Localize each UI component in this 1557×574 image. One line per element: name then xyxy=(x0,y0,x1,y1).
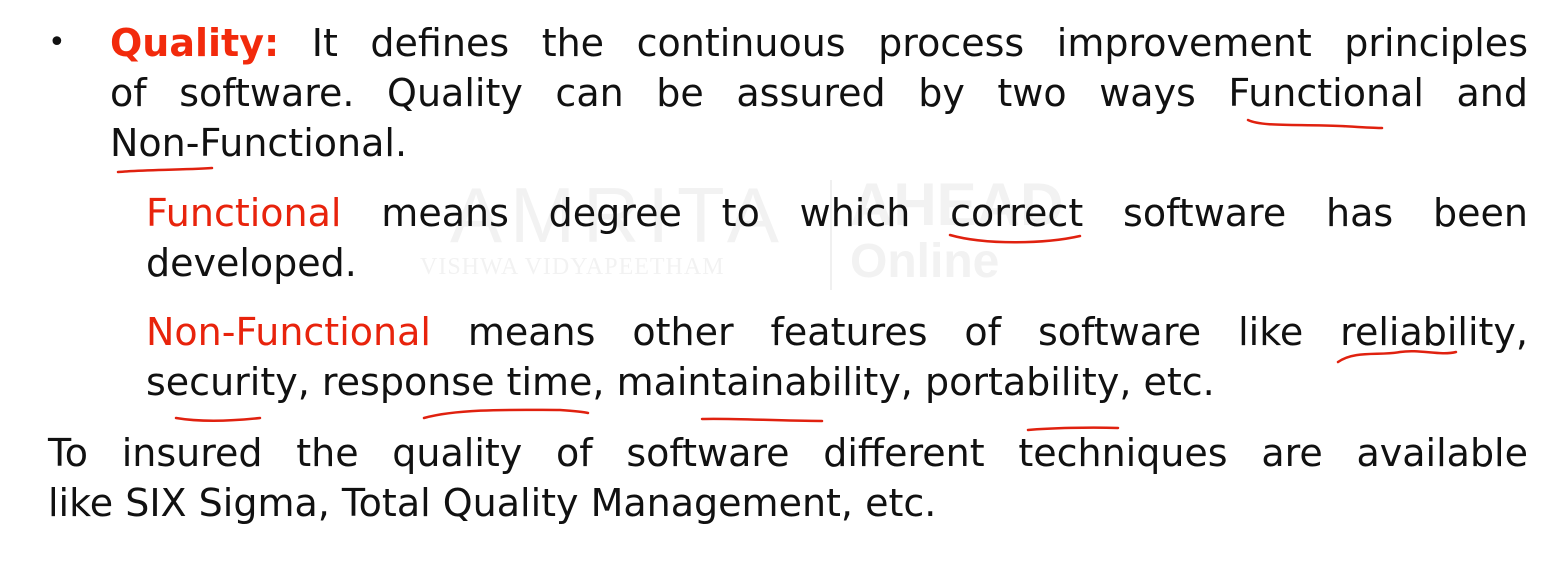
functional-paragraph: Functional means degree to which correct… xyxy=(146,188,1528,288)
non-functional-line-2: security, response time, maintainability… xyxy=(146,360,1215,404)
functional-line-2: developed. xyxy=(146,241,357,285)
quality-line-1-text: It defines the continuous process improv… xyxy=(311,21,1528,65)
quality-line-3: Non-Functional. xyxy=(110,121,408,165)
techniques-paragraph: To insured the quality of software diffe… xyxy=(48,428,1528,528)
functional-label: Functional xyxy=(146,191,342,235)
underline-maintainability xyxy=(700,417,824,423)
functional-line-1: Functional means degree to which correct… xyxy=(146,188,1528,238)
slide: AMRITA VISHWA VIDYAPEETHAM AHEAD Online … xyxy=(0,0,1557,574)
quality-paragraph: Quality: It defines the continuous proce… xyxy=(110,18,1528,168)
functional-line-1-text: means degree to which correct software h… xyxy=(341,191,1528,235)
non-functional-line-1: Non-Functional means other features of s… xyxy=(146,307,1528,357)
non-functional-line-1-text: means other features of software like re… xyxy=(430,310,1528,354)
quality-label: Quality: xyxy=(110,21,280,65)
underline-non-functional xyxy=(116,166,214,174)
quality-line-2: of software. Quality can be assured by t… xyxy=(110,71,1528,115)
quality-line-1: Quality: It defines the continuous proce… xyxy=(110,18,1528,68)
underline-security xyxy=(174,416,262,422)
bullet-marker: • xyxy=(48,25,66,60)
techniques-line-2: like SIX Sigma, Total Quality Management… xyxy=(48,481,937,525)
techniques-line-1: To insured the quality of software diffe… xyxy=(48,431,1528,475)
non-functional-label: Non-Functional xyxy=(146,310,431,354)
underline-response-time xyxy=(422,408,590,420)
non-functional-paragraph: Non-Functional means other features of s… xyxy=(146,307,1528,407)
